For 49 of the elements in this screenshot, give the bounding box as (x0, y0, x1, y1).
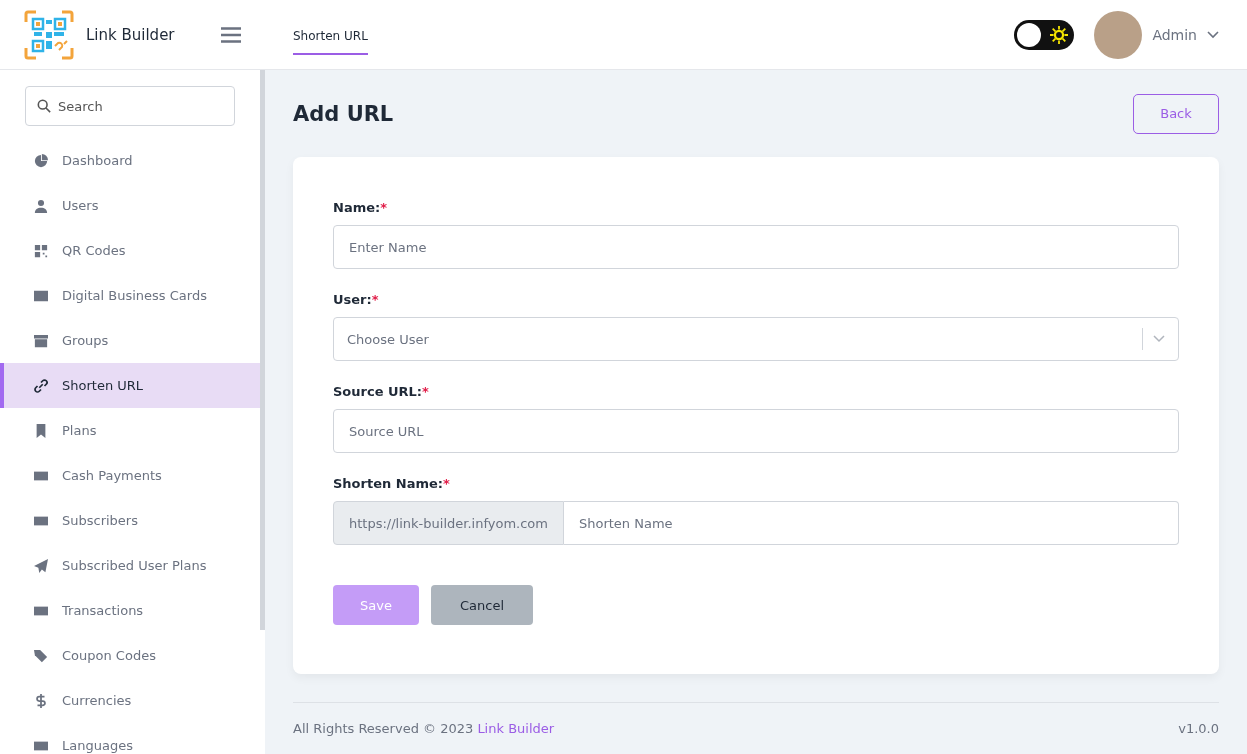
dollar-icon (34, 693, 48, 708)
archive-icon (34, 333, 48, 348)
qr-code-icon (34, 243, 48, 258)
input-field[interactable]: Shorten Name (563, 501, 1179, 546)
user-menu[interactable]: Admin (1152, 26, 1197, 43)
sidebar-item[interactable]: Currencies (0, 678, 260, 723)
app-name: Link Builder (86, 25, 175, 44)
back-button[interactable]: Back (1133, 93, 1219, 134)
sidebar-item[interactable]: Plans (0, 408, 260, 453)
sidebar-item[interactable]: Transactions (0, 588, 260, 633)
tag-icon (34, 648, 48, 663)
link-icon (34, 378, 48, 393)
sidebar-item[interactable]: QR Codes (0, 228, 260, 273)
qr-logo-icon (24, 9, 74, 60)
copyright-text: All Rights Reserved © 2023 Link Builder (293, 720, 555, 736)
field-label: Shorten Name:* (333, 476, 450, 492)
version-text: v1.0.0 (1178, 720, 1219, 736)
theme-toggle[interactable] (1014, 19, 1075, 50)
cancel-button[interactable]: Cancel (431, 585, 533, 626)
sidebar-item[interactable]: Digital Business Cards (0, 273, 260, 318)
field-label: User:* (333, 292, 379, 308)
sidebar-item[interactable]: Groups (0, 318, 260, 363)
pie-chart-icon (34, 153, 48, 168)
footer-link[interactable]: Link Builder (477, 720, 555, 736)
user-icon (34, 198, 48, 213)
menu-icon[interactable] (220, 26, 241, 43)
input-field[interactable]: Source URL (333, 409, 1179, 454)
paper-plane-icon (34, 558, 48, 573)
chevron-down-icon (1153, 335, 1165, 344)
sidebar-item[interactable]: Shorten URL (0, 363, 260, 408)
nav-tab[interactable]: Shorten URL (293, 20, 368, 55)
sidebar-item[interactable]: Subscribers (0, 498, 260, 543)
field-label: Name:* (333, 200, 388, 216)
chevron-down-icon[interactable] (1207, 30, 1219, 39)
sidebar-item[interactable]: Cash Payments (0, 453, 260, 498)
search-field[interactable]: Search (25, 86, 235, 126)
url-prefix: https://link-builder.infyom.com (333, 501, 564, 546)
input-field[interactable]: Enter Name (333, 225, 1179, 270)
field-label: Source URL:* (333, 384, 429, 400)
sidebar-item[interactable]: Users (0, 183, 260, 228)
sun-icon (1050, 25, 1069, 44)
sidebar-item[interactable]: Languages (0, 723, 260, 754)
page-title: Add URL (293, 101, 394, 126)
search-icon (37, 99, 51, 113)
sidebar-item[interactable]: Coupon Codes (0, 633, 260, 678)
bookmark-icon (34, 423, 48, 438)
sidebar-item[interactable]: Dashboard (0, 138, 260, 183)
sidebar-item[interactable]: Subscribed User Plans (0, 543, 260, 588)
select-field[interactable]: Choose User (333, 317, 1179, 362)
